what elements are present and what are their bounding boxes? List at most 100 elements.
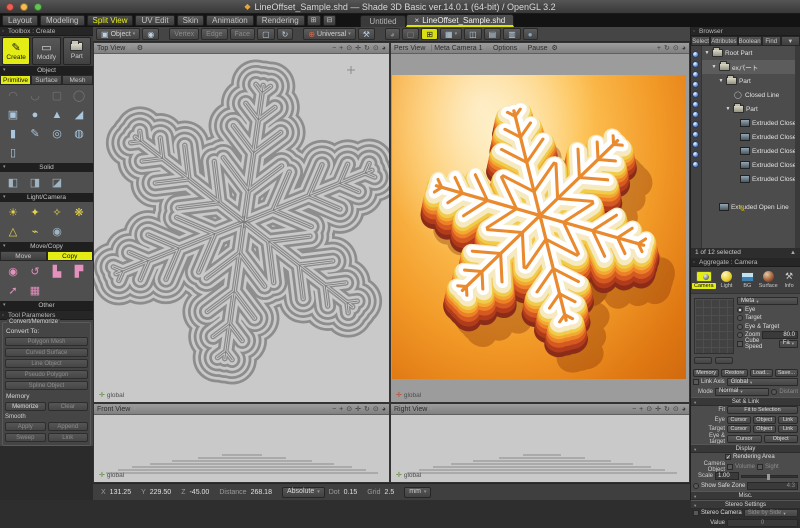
front-view-label[interactable]: Front View — [97, 406, 130, 413]
view-options-icon[interactable]: ◕ — [382, 406, 386, 413]
smooth-sweep-button[interactable]: Sweep — [5, 433, 46, 442]
tree-item-ex-part[interactable]: ▼ exパート — [702, 60, 800, 74]
magnifier-icon[interactable]: ⊙ — [646, 405, 652, 413]
expander-icon[interactable]: ▼ — [711, 64, 717, 70]
y-value[interactable]: 229.50 — [150, 489, 171, 496]
workspace-tab-rendering[interactable]: Rendering — [256, 15, 305, 26]
aggregate-tab-bg[interactable]: BG — [737, 268, 757, 292]
toolbox-tab-create[interactable]: ✎ Create — [2, 37, 30, 65]
smooth-section-label[interactable]: Smooth — [5, 414, 88, 420]
close-window-button[interactable] — [6, 3, 14, 11]
lasso-select-button[interactable]: ↻ — [277, 28, 294, 40]
zoom-in-icon[interactable]: + — [339, 45, 343, 52]
clear-button[interactable]: Clear — [48, 402, 89, 411]
eye-target-cursor-button[interactable]: Cursor — [727, 435, 762, 443]
rectangle-select-button[interactable]: ▢ — [257, 28, 275, 40]
magnifier-icon[interactable]: ⊙ — [346, 44, 352, 52]
zoom-out-icon[interactable]: − — [332, 45, 336, 52]
magnifier-icon[interactable]: ⊙ — [346, 405, 352, 413]
toolbox-tab-part[interactable]: Part — [63, 37, 91, 65]
universal-manipulator-button[interactable]: ⊕ Universal ▾ — [303, 28, 355, 40]
memory-button[interactable]: Memory — [693, 369, 719, 377]
object-tab-mesh[interactable]: Mesh — [62, 75, 93, 85]
mode-dropdown[interactable]: Normal ▾ — [715, 388, 769, 396]
safe-zone-field[interactable]: 4:3 — [747, 482, 798, 490]
other-section-header[interactable]: Other — [0, 301, 93, 310]
workspace-tab-animation[interactable]: Animation — [206, 15, 254, 26]
link-axis-checkbox[interactable] — [693, 379, 699, 385]
z-value[interactable]: -45.00 — [189, 489, 209, 496]
filter-funnel-icon[interactable]: ▼ — [781, 36, 800, 46]
view-options-icon[interactable]: ◕ — [682, 45, 686, 52]
shaded-view-button[interactable]: ◫ — [464, 28, 482, 40]
orbit-icon[interactable]: ↻ — [364, 44, 370, 52]
solid-section-header[interactable]: Solid — [0, 163, 93, 172]
box-primitive-icon[interactable]: ▣ — [2, 105, 24, 124]
browser-tab-boolean[interactable]: Boolean — [738, 36, 762, 46]
rectangle-tool-icon[interactable]: ▢ — [46, 86, 68, 105]
solid-intersect-icon[interactable]: ◪ — [46, 173, 68, 192]
save-button[interactable]: Save... — [775, 369, 798, 377]
tree-item-root-part[interactable]: ▼ Root Part — [702, 46, 800, 60]
link-axis-dropdown[interactable]: Global ▾ — [727, 378, 798, 386]
camera-object-icon[interactable]: ◉ — [46, 222, 68, 241]
view-options-icon[interactable]: ◕ — [382, 45, 386, 52]
visibility-dot[interactable] — [692, 121, 699, 128]
memorize-button[interactable]: Memorize — [5, 402, 46, 411]
plane-primitive-icon[interactable]: ▯ — [2, 143, 24, 162]
convert-pseudo-polygon-button[interactable]: Pseudo Polygon — [5, 370, 88, 379]
quad-view-button[interactable]: ⊞ — [421, 28, 438, 40]
pause-button[interactable]: Pause — [528, 45, 548, 52]
pan-icon[interactable]: ✛ — [355, 44, 361, 52]
eye-link-button[interactable]: Link — [778, 416, 798, 424]
gear-icon[interactable]: ⚙ — [137, 44, 143, 52]
zoom-tool-icon[interactable]: ⊙ — [373, 405, 379, 413]
restore-button[interactable]: Restore — [721, 369, 747, 377]
dot-value[interactable]: 0.15 — [344, 489, 358, 496]
move-copy-section-header[interactable]: Move/Copy — [0, 242, 93, 251]
tree-item-extruded-closed[interactable]: Extruded Closed — [702, 172, 800, 186]
show-safe-zone-radio[interactable] — [693, 483, 699, 489]
aggregate-tab-surface[interactable]: Surface — [758, 268, 778, 292]
aggregate-tab-light[interactable]: Light — [717, 268, 737, 292]
browser-tab-find[interactable]: Find — [762, 36, 781, 46]
tree-item-extruded-closed[interactable]: Extruded Closed — [702, 144, 800, 158]
orbit-icon[interactable]: ↻ — [664, 405, 670, 413]
pen-primitive-icon[interactable]: ✎ — [24, 124, 46, 143]
minimize-window-button[interactable] — [20, 3, 28, 11]
stereo-mode-dropdown[interactable]: Side by Side ▾ — [744, 509, 798, 517]
tree-scrollbar[interactable] — [795, 46, 800, 248]
workspace-add-icon[interactable]: ⊞ — [307, 15, 321, 26]
expander-icon[interactable]: ▼ — [718, 78, 724, 84]
face-select-button[interactable]: Face — [230, 28, 256, 40]
distant-light-icon[interactable]: ✧ — [46, 203, 68, 222]
point-light-icon[interactable]: ☀ — [2, 203, 24, 222]
convert-line-object-button[interactable]: Line Object — [5, 359, 88, 368]
zoom-in-icon[interactable]: + — [657, 45, 661, 52]
visibility-dot[interactable] — [692, 151, 699, 158]
front-viewport-header[interactable]: Front View ▾ − + ⊙ ✛ ↻ ⊙ ◕ — [94, 404, 389, 415]
distant-radio[interactable] — [771, 389, 777, 395]
tree-item-extruded-open-line[interactable]: Extruded Open Line — [702, 200, 800, 214]
expander-icon[interactable]: ▼ — [725, 106, 731, 112]
workspace-tab-uv-edit[interactable]: UV Edit — [135, 15, 174, 26]
convert-spline-object-button[interactable]: Spline Object — [5, 381, 88, 390]
cone-primitive-icon[interactable]: ▲ — [46, 105, 68, 124]
cube-speed-dropdown[interactable]: Fa ▾ — [779, 340, 798, 348]
gear-icon[interactable]: ⚙ — [551, 44, 557, 52]
visibility-dot[interactable] — [692, 91, 699, 98]
grid-value[interactable]: 2.5 — [385, 489, 395, 496]
translate-icon[interactable]: ◉ — [2, 262, 24, 281]
linear-light-icon[interactable]: ⌁ — [24, 222, 46, 241]
workspace-tab-layout[interactable]: Layout — [2, 15, 38, 26]
target-cursor-button[interactable]: Cursor — [727, 425, 751, 433]
rendered-snowflake-image[interactable] — [392, 75, 686, 379]
solid-union-icon[interactable]: ◧ — [2, 173, 24, 192]
eye-target-radio[interactable] — [737, 324, 743, 330]
object-tab-surface[interactable]: Surface — [31, 75, 62, 85]
pers-viewport-header[interactable]: Pers View | Meta Camera 1 ▾ Options ▾ Pa… — [391, 43, 689, 54]
set-link-section-header[interactable]: Set & Link — [691, 397, 800, 406]
visibility-dot[interactable] — [692, 111, 699, 118]
eye-radio[interactable] — [737, 307, 743, 313]
zoom-out-icon[interactable]: − — [332, 406, 336, 413]
